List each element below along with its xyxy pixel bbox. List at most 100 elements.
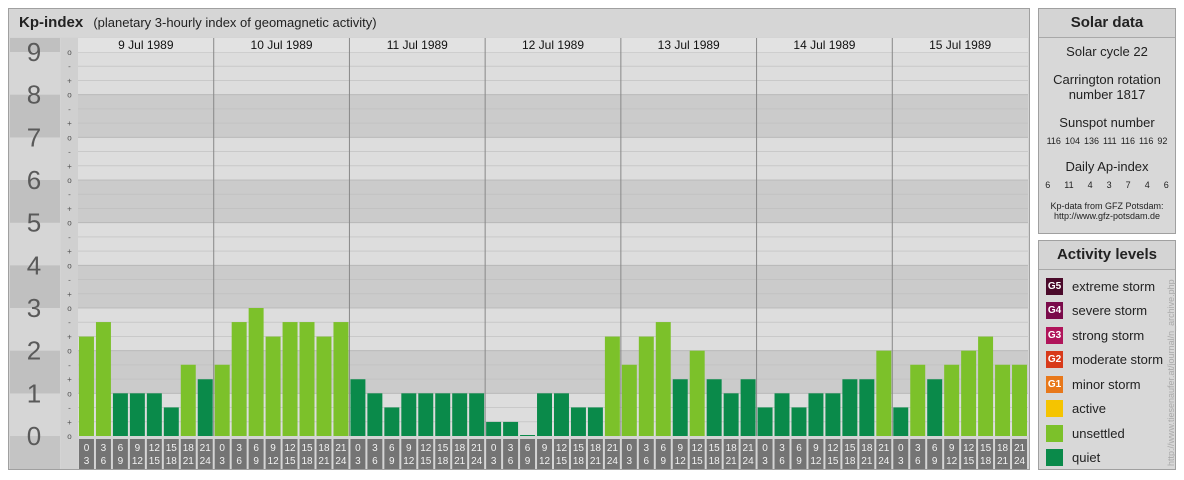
interval-end: 3 bbox=[491, 456, 497, 467]
interval-start: 3 bbox=[236, 443, 242, 454]
interval-start: 12 bbox=[692, 443, 704, 454]
interval-start: 9 bbox=[135, 443, 141, 454]
interval-start: 21 bbox=[1014, 443, 1026, 454]
ap-value: 4 bbox=[1144, 180, 1150, 190]
interval-start: 21 bbox=[471, 443, 483, 454]
kp-band bbox=[78, 137, 1028, 180]
source-line-2[interactable]: http://www.gfz-potsdam.de bbox=[1039, 211, 1175, 221]
sub-tick-label: o bbox=[67, 91, 72, 100]
interval-start: 0 bbox=[84, 443, 90, 454]
interval-start: 0 bbox=[762, 443, 768, 454]
interval-end: 15 bbox=[827, 456, 839, 467]
day-label: 14 Jul 1989 bbox=[793, 38, 855, 52]
y-tick-label: 1 bbox=[27, 378, 41, 408]
interval-start: 6 bbox=[932, 443, 938, 454]
sub-tick-label: - bbox=[68, 148, 71, 157]
interval-start: 21 bbox=[743, 443, 755, 454]
interval-start: 12 bbox=[963, 443, 975, 454]
kp-bar bbox=[197, 379, 213, 436]
ap-value: 11 bbox=[1064, 180, 1074, 190]
solar-data-title: Solar data bbox=[1039, 9, 1175, 38]
level-label: quiet bbox=[1072, 450, 1101, 466]
interval-end: 3 bbox=[627, 456, 633, 467]
level-badge: G1 bbox=[1046, 375, 1063, 393]
interval-end: 9 bbox=[932, 456, 938, 467]
interval-end: 15 bbox=[284, 456, 296, 467]
kp-bar bbox=[435, 393, 451, 436]
kp-bar bbox=[774, 393, 790, 436]
sub-tick-label: o bbox=[67, 389, 72, 398]
source-line-1: Kp-data from GFZ Potsdam: bbox=[1050, 201, 1164, 211]
kp-bar bbox=[740, 379, 756, 436]
interval-end: 6 bbox=[915, 456, 921, 467]
kp-bar bbox=[248, 308, 264, 436]
y-tick-label: 3 bbox=[27, 293, 41, 323]
interval-end: 12 bbox=[539, 456, 551, 467]
interval-start: 12 bbox=[149, 443, 161, 454]
y-tick-label: 8 bbox=[27, 80, 41, 110]
interval-start: 18 bbox=[997, 443, 1009, 454]
interval-end: 3 bbox=[84, 456, 90, 467]
interval-end: 12 bbox=[810, 456, 822, 467]
level-badge bbox=[1046, 400, 1063, 418]
sub-tick-label: - bbox=[68, 361, 71, 370]
interval-end: 18 bbox=[437, 456, 449, 467]
interval-end: 21 bbox=[318, 456, 330, 467]
interval-start: 15 bbox=[166, 443, 178, 454]
interval-end: 21 bbox=[454, 456, 466, 467]
interval-end: 15 bbox=[692, 456, 704, 467]
level-label: minor storm bbox=[1072, 376, 1141, 392]
interval-start: 15 bbox=[844, 443, 856, 454]
interval-start: 3 bbox=[779, 443, 785, 454]
kp-bar bbox=[316, 336, 332, 436]
y-tick-label: 0 bbox=[27, 421, 41, 451]
activity-level-item: G4 severe storm bbox=[1039, 299, 1175, 324]
activity-levels-panel: Activity levels G5 extreme storm G4 severe … bbox=[1038, 240, 1176, 470]
sunspot-values: 116 104 136 111 116 116 92 bbox=[1039, 136, 1175, 146]
kp-bar bbox=[282, 322, 298, 436]
sub-tick-label: + bbox=[67, 290, 72, 299]
sunspot-value: 111 bbox=[1103, 136, 1117, 146]
ap-value: 7 bbox=[1125, 180, 1131, 190]
sunspot-value: 136 bbox=[1083, 136, 1099, 146]
activity-levels-list: G5 extreme storm G4 severe storm G3 strong st… bbox=[1039, 270, 1175, 470]
interval-end: 24 bbox=[471, 456, 483, 467]
kp-bar bbox=[537, 393, 552, 436]
level-label: severe storm bbox=[1072, 303, 1148, 319]
interval-start: 6 bbox=[660, 443, 666, 454]
activity-level-item: active bbox=[1039, 397, 1175, 422]
y-tick-label: 5 bbox=[27, 208, 41, 238]
interval-end: 6 bbox=[101, 456, 107, 467]
kp-bar bbox=[350, 379, 366, 436]
interval-end: 15 bbox=[556, 456, 568, 467]
interval-start: 6 bbox=[253, 443, 259, 454]
kp-bar bbox=[825, 393, 841, 436]
interval-start: 18 bbox=[318, 443, 330, 454]
interval-start: 3 bbox=[372, 443, 378, 454]
sunspot-value: 104 bbox=[1064, 136, 1080, 146]
interval-start: 0 bbox=[491, 443, 497, 454]
kp-bar bbox=[706, 379, 722, 436]
interval-start: 12 bbox=[556, 443, 568, 454]
kp-bar bbox=[689, 350, 705, 436]
interval-start: 3 bbox=[101, 443, 107, 454]
day-label: 11 Jul 1989 bbox=[387, 38, 448, 52]
interval-end: 9 bbox=[389, 456, 395, 467]
ap-label: Daily Ap-index bbox=[1065, 159, 1149, 174]
kp-bar bbox=[163, 407, 179, 436]
interval-start: 21 bbox=[878, 443, 890, 454]
kp-bar bbox=[961, 350, 977, 436]
interval-end: 3 bbox=[219, 456, 225, 467]
sub-tick-label: o bbox=[67, 133, 72, 142]
kp-bar bbox=[1012, 364, 1027, 436]
level-badge: G4 bbox=[1046, 302, 1063, 320]
interval-end: 9 bbox=[253, 456, 259, 467]
interval-end: 9 bbox=[525, 456, 531, 467]
sub-tick-label: + bbox=[67, 375, 72, 384]
interval-end: 9 bbox=[660, 456, 666, 467]
kp-bar bbox=[842, 379, 858, 436]
level-label: strong storm bbox=[1072, 327, 1145, 343]
activity-level-item: G3 strong storm bbox=[1039, 323, 1175, 348]
kp-bar bbox=[95, 322, 111, 436]
kp-bar bbox=[299, 322, 315, 436]
